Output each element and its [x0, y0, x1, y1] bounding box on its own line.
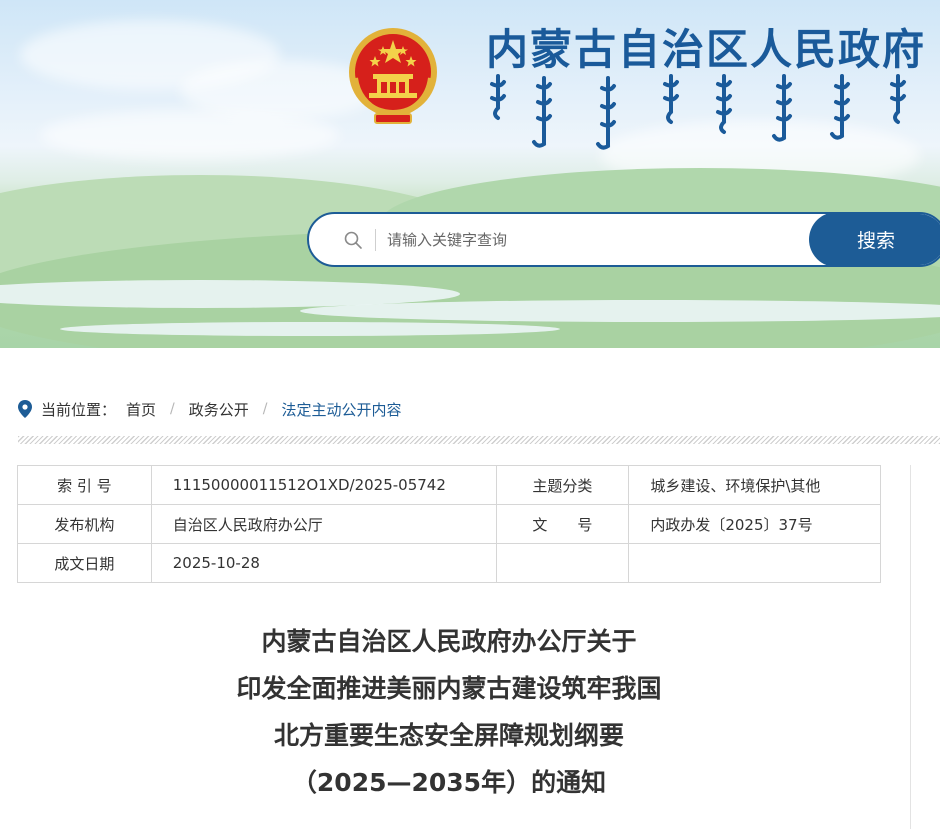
- breadcrumb-label: 当前位置：: [41, 400, 117, 419]
- breadcrumb-current[interactable]: 法定主动公开内容: [281, 399, 401, 420]
- breadcrumb-separator: /: [262, 401, 268, 417]
- topic-category-label: 主题分类: [495, 465, 630, 505]
- header-banner: 内蒙古自治区人民政府 搜索: [0, 0, 940, 348]
- search-button[interactable]: 搜索: [809, 214, 940, 265]
- search-box: 搜索: [307, 212, 940, 267]
- national-emblem-icon: [349, 28, 437, 124]
- breadcrumb-gov-affairs[interactable]: 政务公开: [189, 399, 249, 420]
- written-date-label: 成文日期: [17, 543, 152, 583]
- hatched-divider: [18, 436, 940, 444]
- breadcrumb-separator: /: [170, 401, 175, 417]
- site-title: 内蒙古自治区人民政府: [486, 25, 927, 74]
- document-info-table: 索 引 号 11150000011512O1XD/2025-05742 主题分类…: [17, 465, 881, 583]
- mongolian-title-icon: [490, 74, 906, 150]
- content-border-line: [910, 465, 911, 829]
- search-input[interactable]: [387, 223, 787, 257]
- topic-category-value: 城乡建设、环境保护\其他: [628, 465, 881, 505]
- index-number-label: 索 引 号: [17, 465, 152, 505]
- breadcrumb: 当前位置： 首页 / 政务公开 / 法定主动公开内容: [18, 397, 402, 421]
- document-title-line: 印发全面推进美丽内蒙古建设筑牢我国: [236, 674, 662, 703]
- document-title-line: （2025—2035年）的通知: [291, 768, 607, 797]
- publisher-value: 自治区人民政府办公厅: [150, 504, 497, 544]
- document-number-label: 文 号: [495, 504, 630, 544]
- document-title: 内蒙古自治区人民政府办公厅关于 印发全面推进美丽内蒙古建设筑牢我国 北方重要生态…: [17, 618, 881, 806]
- breadcrumb-home[interactable]: 首页: [126, 399, 156, 420]
- empty-cell: [495, 543, 630, 583]
- document-title-line: 内蒙古自治区人民政府办公厅关于: [261, 627, 637, 656]
- written-date-value: 2025-10-28: [150, 543, 497, 583]
- table-row: 发布机构 自治区人民政府办公厅 文 号 内政办发〔2025〕37号: [17, 504, 881, 544]
- table-row: 索 引 号 11150000011512O1XD/2025-05742 主题分类…: [17, 465, 881, 505]
- table-row: 成文日期 2025-10-28: [17, 543, 881, 583]
- search-divider: [375, 229, 376, 251]
- empty-cell: [628, 543, 881, 583]
- location-pin-icon: [18, 400, 32, 418]
- index-number-value: 11150000011512O1XD/2025-05742: [150, 465, 497, 505]
- document-number-value: 内政办发〔2025〕37号: [628, 504, 881, 544]
- search-icon: [344, 231, 362, 249]
- publisher-label: 发布机构: [17, 504, 152, 544]
- document-title-line: 北方重要生态安全屏障规划纲要: [273, 721, 624, 750]
